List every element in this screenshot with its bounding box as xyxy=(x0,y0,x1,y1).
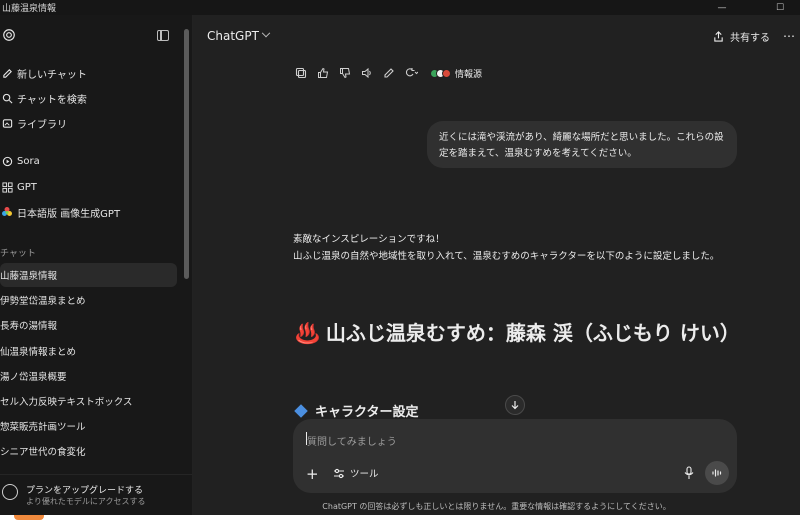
microphone-icon[interactable] xyxy=(683,466,695,480)
gpt-icon xyxy=(1,181,13,193)
chat-item[interactable]: 惣菜販売計画ツール xyxy=(0,414,177,438)
colorful-gpt-icon xyxy=(1,206,13,218)
share-icon xyxy=(714,31,723,42)
chat-item[interactable]: 伊勢堂岱温泉まとめ xyxy=(0,288,177,312)
edit-icon[interactable] xyxy=(381,66,397,80)
nav-label-search: チャットを検索 xyxy=(17,94,87,106)
nav-label-gpt: GPT xyxy=(17,181,37,193)
thumbs-up-icon[interactable] xyxy=(315,66,331,80)
assistant-line: 素敵なインスピレーションですね！ xyxy=(293,234,445,245)
new-chat-icon xyxy=(1,67,13,79)
composer: 質問してみましょう + ツール xyxy=(293,419,737,493)
character-subheading: キャラクター設定 xyxy=(294,401,419,420)
hot-spring-icon: ♨️ xyxy=(295,321,320,345)
taskbar-app-indicator xyxy=(14,515,44,520)
copy-icon[interactable] xyxy=(293,66,309,80)
openai-logo-icon[interactable] xyxy=(2,28,16,42)
maximize-button[interactable]: ☐ xyxy=(765,0,795,15)
read-aloud-icon[interactable] xyxy=(359,66,375,80)
window-titlebar: 山藤温泉情報 — ☐ xyxy=(0,0,800,15)
model-name-label: ChatGPT xyxy=(207,29,259,43)
sidebar: 新しいチャット チャットを検索 ライブラリ Sora GPT 日本語版 画像生成… xyxy=(0,15,193,515)
prompt-input[interactable]: 質問してみましょう xyxy=(307,433,397,448)
subheading-text: キャラクター設定 xyxy=(315,405,419,420)
message-actions: 情報源 xyxy=(293,66,482,80)
tools-button[interactable]: ツール xyxy=(333,466,379,480)
sora-button[interactable]: Sora xyxy=(0,151,40,171)
chat-item[interactable]: 長寿の湯情報 xyxy=(0,313,177,337)
sources-button[interactable]: 情報源 xyxy=(430,67,483,80)
minimize-button[interactable]: — xyxy=(707,0,737,15)
sidebar-toggle-icon[interactable] xyxy=(157,30,169,41)
voice-waveform-icon xyxy=(712,469,722,477)
disclaimer-text: ChatGPT の回答は必ずしも正しいとは限りません。重要な情報は確認するように… xyxy=(322,502,671,511)
character-heading-text: 山ふじ温泉むすめ：藤森 渓（ふじもり けい） xyxy=(325,321,740,345)
image-gpt-button[interactable]: 日本語版 画像生成GPT xyxy=(0,202,120,222)
library-button[interactable]: ライブラリ xyxy=(0,113,67,133)
voice-mode-button[interactable] xyxy=(705,461,729,485)
share-label: 共有する xyxy=(730,33,770,44)
more-options-icon[interactable]: ⋯ xyxy=(783,29,795,43)
thumbs-down-icon[interactable] xyxy=(337,66,353,80)
share-button[interactable]: 共有する xyxy=(713,29,770,44)
regenerate-icon[interactable] xyxy=(403,66,419,80)
model-selector[interactable]: ChatGPT xyxy=(207,28,271,43)
new-chat-button[interactable]: 新しいチャット xyxy=(0,63,87,83)
scroll-to-bottom-button[interactable] xyxy=(505,395,525,415)
nav-label-sora: Sora xyxy=(17,155,40,167)
search-icon xyxy=(1,92,13,104)
character-heading: ♨️ 山ふじ温泉むすめ：藤森 渓（ふじもり けい） xyxy=(295,319,765,347)
source-favicons xyxy=(430,68,451,78)
upgrade-title: プランをアップグレードする xyxy=(26,486,144,496)
assistant-line: 山ふじ温泉の自然や地域性を取り入れて、温泉むすめのキャラクターを以下のように設定… xyxy=(293,251,720,262)
sidebar-scrollbar[interactable] xyxy=(184,29,189,279)
chat-item[interactable]: セル入力反映テキストボックス xyxy=(0,389,177,413)
assistant-message: 素敵なインスピレーションですね！ 山ふじ温泉の自然や地域性を取り入れて、温泉むす… xyxy=(293,231,719,265)
user-message-line: 近くには滝や渓流があり、綺麗な場所だと思いました。これらの設 xyxy=(439,132,724,143)
chat-item[interactable]: 湯ノ岱温泉概要 xyxy=(0,364,177,388)
upgrade-icon xyxy=(2,484,18,500)
nav-label-library: ライブラリ xyxy=(17,119,67,131)
upgrade-subtitle: より優れたモデルにアクセスする xyxy=(26,497,146,506)
taskbar-edge xyxy=(0,515,800,523)
nav-label-new-chat: 新しいチャット xyxy=(17,69,87,81)
user-message: 近くには滝や渓流があり、綺麗な場所だと思いました。これらの設 定を踏まえて、温泉… xyxy=(427,121,737,168)
blue-diamond-icon xyxy=(294,403,308,418)
chats-section-label: チャット xyxy=(0,249,36,259)
user-message-line: 定を踏まえて、温泉むすめを考えてください。 xyxy=(439,148,637,159)
tools-label: ツール xyxy=(350,469,379,480)
nav-label-image-gpt: 日本語版 画像生成GPT xyxy=(17,208,121,220)
search-chats-button[interactable]: チャットを検索 xyxy=(0,88,87,108)
window-title: 山藤温泉情報 xyxy=(2,4,57,14)
plus-icon[interactable]: + xyxy=(306,465,319,483)
main-panel: ChatGPT 共有する ⋯ 情報源 近くには滝や渓流があり、綺麗な場所だと思い… xyxy=(193,15,800,515)
arrow-down-icon xyxy=(511,401,519,410)
chat-item[interactable]: 仙温泉情報まとめ xyxy=(0,339,177,363)
chat-item[interactable]: シニア世代の食変化 xyxy=(0,439,177,463)
sora-icon xyxy=(1,155,13,167)
chat-item[interactable]: 山藤温泉情報 xyxy=(0,263,177,287)
chevron-down-icon xyxy=(261,28,271,38)
tools-sliders-icon xyxy=(334,468,344,478)
upgrade-plan-button[interactable]: プランをアップグレードする より優れたモデルにアクセスする xyxy=(0,474,192,514)
gpt-button[interactable]: GPT xyxy=(0,177,37,197)
sources-label: 情報源 xyxy=(455,69,483,80)
library-icon xyxy=(1,117,13,129)
